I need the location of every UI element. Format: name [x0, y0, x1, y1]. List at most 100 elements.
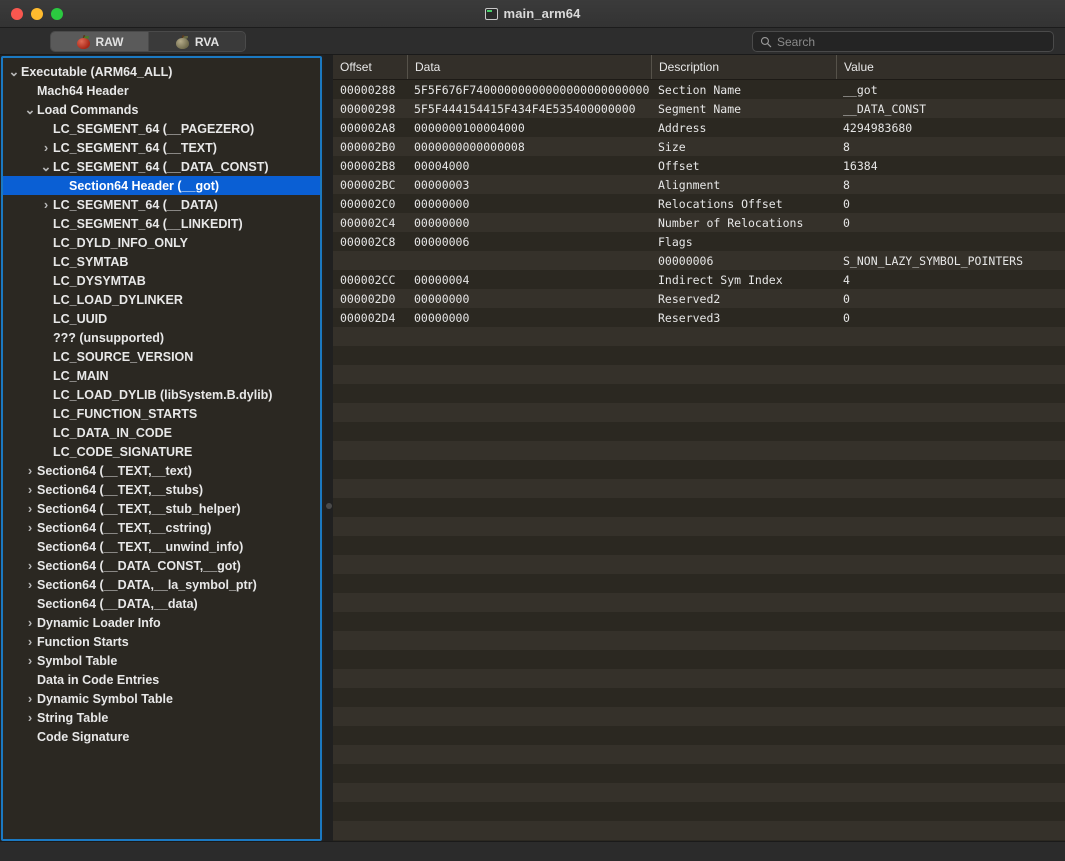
- cell-offset: 000002A8: [340, 120, 396, 135]
- cell-data: 00000006: [414, 234, 470, 249]
- cell-description: 00000006: [658, 253, 714, 268]
- tree-item[interactable]: LC_MAIN: [3, 366, 320, 385]
- tab-raw-label: RAW: [95, 34, 124, 49]
- chevron-right-icon[interactable]: ›: [23, 635, 37, 648]
- chevron-right-icon[interactable]: ›: [39, 198, 53, 211]
- splitter-grab-handle[interactable]: [325, 503, 332, 509]
- tree-item[interactable]: LC_SEGMENT_64 (__PAGEZERO): [3, 119, 320, 138]
- tree-item[interactable]: LC_DATA_IN_CODE: [3, 423, 320, 442]
- tree-item[interactable]: ⌄ Load Commands: [3, 100, 320, 119]
- pane-splitter[interactable]: [324, 55, 333, 841]
- tree-item-label: LC_SYMTAB: [53, 254, 129, 269]
- chevron-right-icon[interactable]: ›: [23, 578, 37, 591]
- chevron-right-icon[interactable]: ›: [23, 692, 37, 705]
- table-empty-row: [333, 802, 1065, 821]
- zoom-window-button[interactable]: [51, 7, 63, 20]
- chevron-down-icon[interactable]: ⌄: [7, 65, 21, 78]
- tree-item-label: Dynamic Loader Info: [37, 615, 161, 630]
- tree-item[interactable]: › Section64 (__TEXT,__stubs): [3, 480, 320, 499]
- chevron-right-icon[interactable]: ›: [23, 711, 37, 724]
- table-row[interactable]: 000002D4 00000000 Reserved3 0: [333, 308, 1065, 327]
- table-row[interactable]: 000002B0 0000000000000008 Size 8: [333, 137, 1065, 156]
- column-header-value[interactable]: Value: [836, 55, 1065, 79]
- search-icon: [760, 36, 772, 47]
- tree-item[interactable]: › Symbol Table: [3, 651, 320, 670]
- tree-item[interactable]: LC_LOAD_DYLINKER: [3, 290, 320, 309]
- tree-item[interactable]: LC_LOAD_DYLIB (libSystem.B.dylib): [3, 385, 320, 404]
- tree-item[interactable]: › Dynamic Loader Info: [3, 613, 320, 632]
- tab-raw[interactable]: RAW: [51, 32, 148, 51]
- tree-item[interactable]: › Section64 (__TEXT,__text): [3, 461, 320, 480]
- chevron-right-icon[interactable]: ›: [23, 654, 37, 667]
- tree-item-label: LC_UUID: [53, 311, 108, 326]
- tree-item[interactable]: Section64 (__DATA,__data): [3, 594, 320, 613]
- search-input[interactable]: [777, 34, 1046, 49]
- tree-item[interactable]: LC_SOURCE_VERSION: [3, 347, 320, 366]
- tree-item[interactable]: › Section64 (__TEXT,__cstring): [3, 518, 320, 537]
- chevron-down-icon[interactable]: ⌄: [39, 160, 53, 173]
- chevron-right-icon[interactable]: ›: [23, 464, 37, 477]
- minimize-window-button[interactable]: [31, 7, 43, 20]
- column-header-data[interactable]: Data: [407, 55, 651, 79]
- tree-item[interactable]: LC_SYMTAB: [3, 252, 320, 271]
- chevron-right-icon[interactable]: ›: [23, 483, 37, 496]
- tree-item[interactable]: Data in Code Entries: [3, 670, 320, 689]
- table-row[interactable]: 00000288 5F5F676F740000000000000000000000…: [333, 80, 1065, 99]
- tree-item[interactable]: ??? (unsupported): [3, 328, 320, 347]
- sidebar-container: ⌄ Executable (ARM64_ALL) Mach64 Header ⌄ Loa…: [0, 55, 324, 841]
- chevron-right-icon[interactable]: ›: [23, 559, 37, 572]
- tree-item[interactable]: › LC_SEGMENT_64 (__DATA): [3, 195, 320, 214]
- tree-item[interactable]: › Section64 (__DATA_CONST,__got): [3, 556, 320, 575]
- tree-item[interactable]: LC_DYSYMTAB: [3, 271, 320, 290]
- tab-rva[interactable]: RVA: [148, 32, 245, 51]
- cell-description: Offset: [658, 158, 700, 173]
- tree-item-label: LC_CODE_SIGNATURE: [53, 444, 193, 459]
- window-title: main_arm64: [503, 6, 581, 21]
- tree-item[interactable]: ⌄ Executable (ARM64_ALL): [3, 62, 320, 81]
- tree-item[interactable]: ⌄ LC_SEGMENT_64 (__DATA_CONST): [3, 157, 320, 176]
- table-row[interactable]: 000002D0 00000000 Reserved2 0: [333, 289, 1065, 308]
- tree-item[interactable]: Code Signature: [3, 727, 320, 746]
- cell-data: 00000000: [414, 310, 470, 325]
- column-header-description[interactable]: Description: [651, 55, 836, 79]
- table-row[interactable]: 000002C4 00000000 Number of Relocations 0: [333, 213, 1065, 232]
- tree-item[interactable]: › Section64 (__DATA,__la_symbol_ptr): [3, 575, 320, 594]
- cell-value: 8: [843, 139, 850, 154]
- tree-item-label: Section64 Header (__got): [69, 178, 220, 193]
- tree-item[interactable]: Section64 Header (__got): [3, 176, 320, 195]
- tree-item[interactable]: LC_CODE_SIGNATURE: [3, 442, 320, 461]
- cell-description: Section Name: [658, 82, 742, 97]
- toolbar: RAW RVA: [0, 28, 1065, 55]
- table-row[interactable]: 000002B8 00004000 Offset 16384: [333, 156, 1065, 175]
- structure-tree[interactable]: ⌄ Executable (ARM64_ALL) Mach64 Header ⌄ Loa…: [1, 56, 322, 841]
- tree-item[interactable]: › Section64 (__TEXT,__stub_helper): [3, 499, 320, 518]
- table-row[interactable]: 000002C0 00000000 Relocations Offset 0: [333, 194, 1065, 213]
- tree-item[interactable]: Section64 (__TEXT,__unwind_info): [3, 537, 320, 556]
- tree-item[interactable]: LC_SEGMENT_64 (__LINKEDIT): [3, 214, 320, 233]
- table-row[interactable]: 00000298 5F5F444154415F434F4E535400000000…: [333, 99, 1065, 118]
- tree-item[interactable]: › Dynamic Symbol Table: [3, 689, 320, 708]
- table-row[interactable]: 000002CC 00000004 Indirect Sym Index 4: [333, 270, 1065, 289]
- tree-item[interactable]: Mach64 Header: [3, 81, 320, 100]
- tree-item[interactable]: LC_UUID: [3, 309, 320, 328]
- tree-item[interactable]: › String Table: [3, 708, 320, 727]
- table-row[interactable]: 000002C8 00000006 Flags: [333, 232, 1065, 251]
- chevron-right-icon[interactable]: ›: [23, 616, 37, 629]
- chevron-right-icon[interactable]: ›: [23, 521, 37, 534]
- chevron-right-icon[interactable]: ›: [23, 502, 37, 515]
- chevron-right-icon[interactable]: ›: [39, 141, 53, 154]
- tree-item[interactable]: › Function Starts: [3, 632, 320, 651]
- tree-item[interactable]: LC_DYLD_INFO_ONLY: [3, 233, 320, 252]
- tree-item[interactable]: LC_FUNCTION_STARTS: [3, 404, 320, 423]
- chevron-down-icon[interactable]: ⌄: [23, 103, 37, 116]
- search-box[interactable]: [752, 31, 1054, 52]
- table-row[interactable]: 000002A8 0000000100004000 Address 429498368…: [333, 118, 1065, 137]
- column-header-offset[interactable]: Offset: [333, 55, 407, 79]
- table-body[interactable]: 00000288 5F5F676F740000000000000000000000…: [333, 80, 1065, 841]
- close-window-button[interactable]: [11, 7, 23, 20]
- tree-item[interactable]: › LC_SEGMENT_64 (__TEXT): [3, 138, 320, 157]
- cell-data: 00000000: [414, 215, 470, 230]
- table-row[interactable]: 000002BC 00000003 Alignment 8: [333, 175, 1065, 194]
- table-row[interactable]: 00000006 S_NON_LAZY_SYMBOL_POINTERS: [333, 251, 1065, 270]
- view-mode-segmented-control: RAW RVA: [50, 31, 246, 52]
